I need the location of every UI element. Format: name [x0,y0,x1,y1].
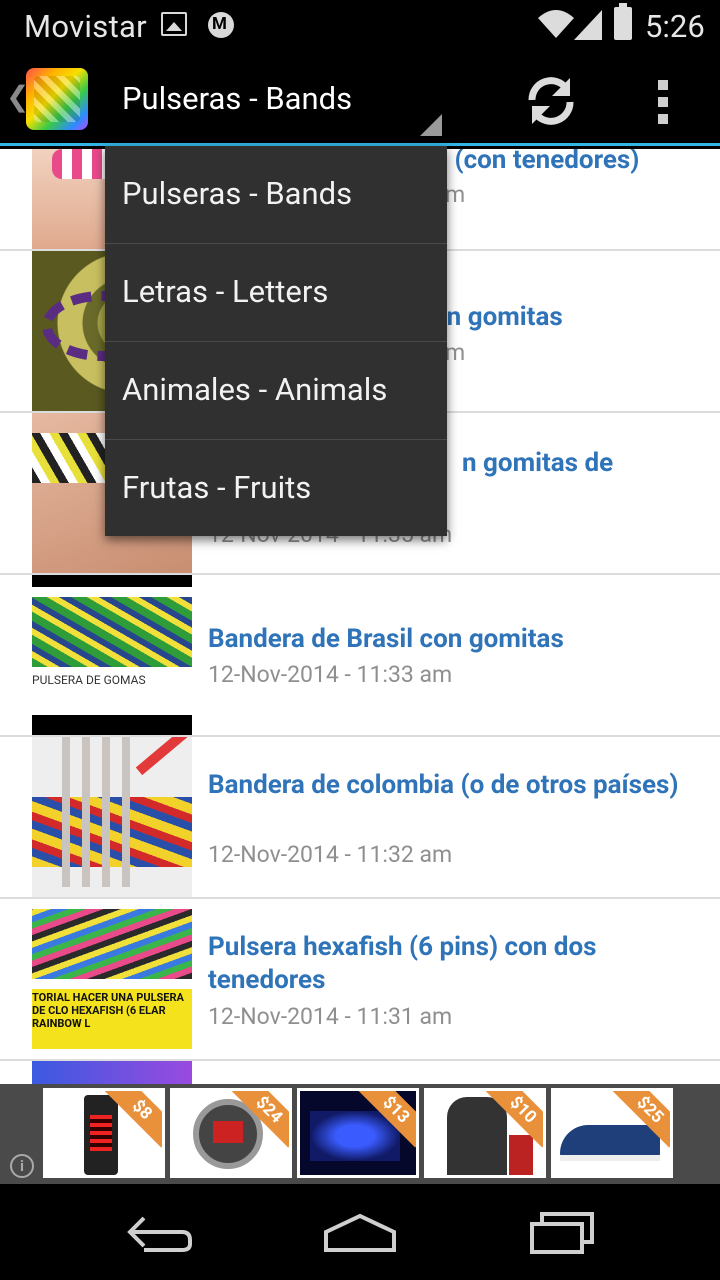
ad-product-led-lights[interactable]: $13 [297,1088,419,1178]
thumbnail-caption: PULSERA DE GOMAS [32,673,146,687]
category-spinner-label: Pulseras - Bands [122,80,353,117]
spinner-triangle-icon [420,114,442,136]
list-item-title: Pulsera hexafish (6 pins) con dos tenedo… [208,932,597,995]
list-item-date: 12-Nov-2014 - 11:32 am [208,841,453,868]
dropdown-item-animals[interactable]: Animales - Animals [105,342,447,440]
list-item[interactable] [0,1061,720,1084]
category-dropdown: Pulseras - Bands Letras - Letters Animal… [105,146,447,536]
home-icon[interactable] [322,1210,398,1254]
list-item-title: os (con tenedores) [420,149,640,175]
thumbnail: TORIAL HACER UNA PULSERA DE CLO HEXAFISH… [32,899,192,1059]
refresh-icon[interactable] [522,72,580,130]
ad-product-shirt[interactable]: $10 [424,1088,546,1178]
wifi-icon [538,10,574,38]
dropdown-item-label: Animales - Animals [122,371,388,408]
list-item[interactable]: Bandera de colombia (o de otros países) … [0,737,720,899]
overflow-menu-icon[interactable] [644,76,682,128]
list-item[interactable]: TORIAL HACER UNA PULSERA DE CLO HEXAFISH… [0,899,720,1061]
clock: 5:26 [645,8,705,45]
list-item-date: m [445,181,466,208]
ad-product-led-watch[interactable]: $8 [43,1088,165,1178]
list-item-title: Bandera de colombia (o de otros países) [208,770,679,800]
category-spinner[interactable]: Pulseras - Bands [104,50,444,146]
ad-banner[interactable]: i $8 $24 $13 $10 $25 [0,1084,720,1184]
action-bar: ❮ Pulseras - Bands [0,50,720,146]
dropdown-item-fruits[interactable]: Frutas - Fruits [105,440,447,538]
recent-apps-icon[interactable] [528,1210,598,1254]
list-item-title: on gomitas [432,302,563,332]
list-item-title: Bandera de Brasil con gomitas [208,624,564,654]
dropdown-item-label: Frutas - Fruits [122,469,312,506]
signal-icon [574,10,602,40]
ad-info-icon[interactable]: i [10,1154,34,1178]
motorola-icon [208,12,234,38]
back-icon[interactable] [124,1210,194,1254]
dropdown-item-label: Letras - Letters [122,273,329,310]
list-item-date: m [445,339,466,366]
ad-product-watch[interactable]: $24 [170,1088,292,1178]
list-item-title: n gomitas de [462,448,614,478]
ad-product-shoes[interactable]: $25 [551,1088,673,1178]
dropdown-item-bands[interactable]: Pulseras - Bands [105,146,447,244]
thumbnail-caption: TORIAL HACER UNA PULSERA DE CLO HEXAFISH… [32,991,184,1030]
gallery-icon [161,12,187,36]
dropdown-item-label: Pulseras - Bands [122,175,353,212]
app-logo-icon[interactable] [26,68,88,130]
thumbnail [32,737,192,897]
carrier-name: Movistar [24,8,147,45]
status-bar: Movistar 5:26 [0,0,720,50]
navigation-bar [0,1184,720,1280]
list-item-date: 12-Nov-2014 - 11:31 am [208,1003,453,1030]
battery-icon [614,3,632,40]
list-item-date: 12-Nov-2014 - 11:33 am [208,661,453,688]
thumbnail: PULSERA DE GOMAS [32,575,192,735]
list-item[interactable]: PULSERA DE GOMAS Bandera de Brasil con g… [0,575,720,737]
thumbnail [32,1061,192,1084]
dropdown-item-letters[interactable]: Letras - Letters [105,244,447,342]
